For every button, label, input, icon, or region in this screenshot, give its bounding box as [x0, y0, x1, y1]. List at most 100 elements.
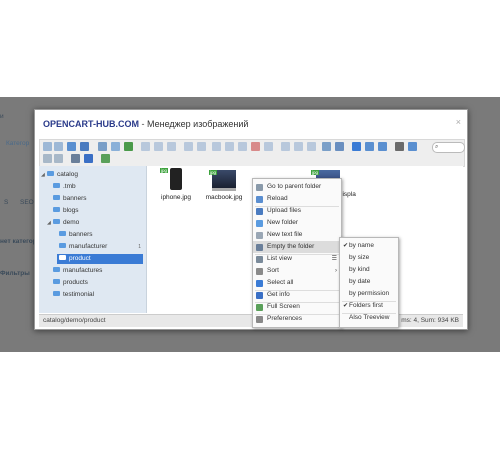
file-type-badge: jpg	[311, 170, 320, 175]
reload-icon[interactable]	[98, 142, 107, 151]
folder-count: 1	[138, 244, 141, 250]
sort-by-date[interactable]: by date	[340, 276, 398, 288]
get-info-icon[interactable]	[84, 154, 93, 163]
tree-item-products[interactable]: products	[53, 278, 141, 288]
info-icon[interactable]	[167, 142, 176, 151]
edit-icon[interactable]	[294, 142, 303, 151]
bg-text-6: Фильтры	[0, 270, 30, 277]
tree-item-product[interactable]: product	[57, 254, 143, 264]
file-item[interactable]: jpg macbook.jpg	[201, 168, 247, 201]
sort-by-kind[interactable]: by kind	[340, 264, 398, 276]
select-all-icon[interactable]	[43, 154, 52, 163]
resize-icon[interactable]	[307, 142, 316, 151]
tree-item-catalog[interactable]: ◢ catalog	[41, 170, 141, 180]
folder-icon	[47, 170, 54, 176]
menu-item-preferences[interactable]: Preferences	[253, 313, 341, 325]
tree-item-manufacturer[interactable]: manufacturer 1	[59, 242, 141, 252]
help-icon[interactable]	[408, 142, 417, 151]
upload-icon	[256, 208, 263, 215]
folder-icon	[53, 206, 60, 212]
dialog-title: OPENCART-HUB.COM - Менеджер изображений	[43, 119, 249, 129]
tree-item-testimonial[interactable]: testimonial	[53, 290, 141, 300]
cut-icon[interactable]	[225, 142, 234, 151]
menu-item-new-text-file[interactable]: New text file	[253, 229, 341, 241]
folder-icon	[53, 194, 60, 200]
menu-item-go-to-parent[interactable]: Go to parent folder	[253, 181, 341, 193]
file-name: iphone.jpg	[161, 194, 191, 201]
text-file-icon	[256, 232, 263, 239]
list-view-icon	[256, 256, 263, 263]
extract-icon[interactable]	[335, 142, 344, 151]
rename-icon[interactable]	[281, 142, 290, 151]
menu-item-full-screen[interactable]: Full Screen	[253, 301, 341, 313]
download-icon[interactable]	[154, 142, 163, 151]
fullscreen-icon[interactable]	[101, 154, 110, 163]
undo-icon[interactable]	[184, 142, 193, 151]
select-none-icon[interactable]	[54, 154, 63, 163]
tree-item-blogs[interactable]: blogs	[53, 206, 141, 216]
check-icon: ✔	[343, 303, 349, 309]
check-icon: ✔	[343, 243, 349, 249]
status-bar: catalog/demo/product ms: 4, Sum: 934 KB	[39, 314, 463, 327]
folder-icon	[59, 230, 66, 236]
open-icon[interactable]	[141, 142, 150, 151]
duplicate-icon[interactable]	[264, 142, 273, 151]
back-icon[interactable]	[43, 142, 52, 151]
folder-icon	[53, 218, 60, 224]
empty-folder-icon	[256, 244, 263, 251]
image-manager-dialog: OPENCART-HUB.COM - Менеджер изображений …	[34, 109, 468, 330]
list-view-icon[interactable]	[365, 142, 374, 151]
menu-item-list-view[interactable]: List view ☰	[253, 253, 341, 265]
context-menu: Go to parent folder Reload Upload files …	[252, 178, 342, 328]
menu-item-empty-folder[interactable]: Empty the folder	[253, 241, 341, 253]
bg-text-3: S	[4, 199, 9, 206]
tree-item-banners[interactable]: banners	[53, 194, 141, 204]
folder-icon	[53, 182, 60, 188]
list-icon: ☰	[331, 256, 337, 262]
tree-item-manufactures[interactable]: manufactures	[53, 266, 141, 276]
tree-item-demo-banners[interactable]: banners	[59, 230, 141, 240]
sort-by-permission[interactable]: by permission	[340, 288, 398, 300]
sort-by-size[interactable]: by size	[340, 252, 398, 264]
sort-also-treeview[interactable]: Also Treeview	[340, 312, 398, 324]
file-thumbnail: jpg	[209, 170, 236, 191]
bg-text-2: Категор	[6, 140, 30, 147]
menu-item-sort[interactable]: Sort ›	[253, 265, 341, 277]
tree-item-tmb[interactable]: .tmb	[53, 182, 141, 192]
delete-icon[interactable]	[251, 142, 260, 151]
fullscreen-icon	[256, 304, 263, 311]
menu-item-new-folder[interactable]: New folder	[253, 217, 341, 229]
file-item[interactable]: jpg iphone.jpg	[153, 168, 199, 201]
dialog-subtitle: Менеджер изображений	[147, 119, 249, 129]
file-thumbnail: jpg	[160, 168, 182, 190]
redo-icon[interactable]	[197, 142, 206, 151]
info-icon	[256, 292, 263, 299]
forward-icon[interactable]	[54, 142, 63, 151]
new-folder-icon[interactable]	[111, 142, 120, 151]
icons-view-icon[interactable]	[352, 142, 361, 151]
file-name: macbook.jpg	[205, 194, 243, 201]
up-icon[interactable]	[67, 142, 76, 151]
menu-item-upload-files[interactable]: Upload files	[253, 205, 341, 217]
menu-item-reload[interactable]: Reload	[253, 193, 341, 205]
tree-item-demo[interactable]: ◢ demo	[47, 218, 141, 228]
copy-icon[interactable]	[212, 142, 221, 151]
sort-folders-first[interactable]: ✔ Folders first	[340, 300, 398, 312]
search-input[interactable]: ⌕	[432, 142, 465, 153]
menu-item-select-all[interactable]: Select all	[253, 277, 341, 289]
home-icon[interactable]	[80, 142, 89, 151]
folder-tree: ◢ catalog .tmb banners blogs ◢ demo banner…	[39, 166, 147, 313]
close-icon[interactable]: ×	[456, 117, 461, 127]
file-type-badge: jpg	[209, 170, 218, 175]
paste-icon[interactable]	[238, 142, 247, 151]
archive-icon[interactable]	[322, 142, 331, 151]
parent-folder-icon	[256, 184, 263, 191]
empty-folder-icon[interactable]	[71, 154, 80, 163]
sort-by-name[interactable]: ✔ by name	[340, 240, 398, 252]
upload-icon[interactable]	[124, 142, 133, 151]
menu-item-get-info[interactable]: Get info	[253, 289, 341, 301]
bg-text-4: SEO	[20, 199, 34, 206]
preview-icon[interactable]	[395, 142, 404, 151]
toolbar: ⌕	[39, 139, 465, 167]
sort-icon[interactable]	[378, 142, 387, 151]
